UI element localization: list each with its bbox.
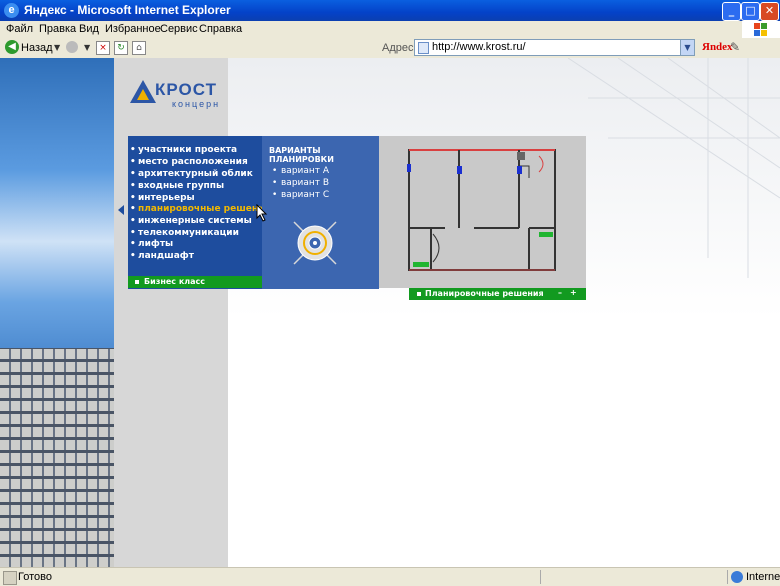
variant-a-link[interactable]: вариант А [272,166,329,176]
menu-favorites[interactable]: Избранное [105,23,161,35]
security-zone: Internet [746,571,780,583]
compass-icon[interactable] [290,218,340,268]
internet-zone-icon [731,571,743,583]
back-dropdown-icon[interactable]: ▼ [54,43,60,59]
menu-file[interactable]: Файл [6,23,33,35]
address-label: Адрес: [382,42,417,54]
page-icon [418,42,429,54]
business-class-label: Бизнес класс [144,277,206,286]
status-bar: Готово Internet [0,567,780,586]
menu-tools[interactable]: Сервис [160,23,198,35]
forward-arrow-icon[interactable] [66,41,78,53]
floor-plan[interactable] [379,136,586,288]
home-icon[interactable]: ⌂ [132,41,146,55]
yandex-toolbar-button[interactable]: Яndex [702,41,733,53]
refresh-icon[interactable]: ↻ [114,41,128,55]
variants-heading: ВАРИАНТЫ ПЛАНИРОВКИ [269,146,334,164]
mouse-cursor-icon [256,204,268,222]
page-content [0,58,780,567]
menu-item-architecture[interactable]: архитектурный облик [130,169,253,179]
menu-view[interactable]: Вид [79,23,99,35]
plan-solutions-label: Планировочные решения [425,289,544,298]
logo-inner-triangle [137,89,149,100]
title-bar: e Яндекс - Microsoft Internet Explorer _… [0,0,780,21]
menu-item-interiors[interactable]: интерьеры [130,193,195,203]
page-status-icon [3,571,17,585]
menu-item-location[interactable]: место расположения [130,157,248,167]
logo-name: КРОСТ [155,80,217,99]
variant-c-link[interactable]: вариант С [272,190,329,200]
menu-item-entrances[interactable]: входные группы [130,181,224,191]
address-input[interactable]: http://www.krost.ru/ [432,41,526,53]
left-arrow-icon[interactable] [118,205,124,215]
status-separator [727,570,728,584]
menu-item-telecom[interactable]: телекоммуникации [130,228,239,238]
back-button[interactable]: Назад [21,42,53,58]
menu-item-engineering[interactable]: инженерные системы [130,216,252,226]
status-separator [540,570,541,584]
navigation-menu: участники проекта место расположения арх… [128,136,270,289]
maximize-button[interactable]: □ [741,2,760,21]
plan-solutions-bar: Планировочные решения – + [409,288,586,300]
menu-edit[interactable]: Правка [39,23,76,35]
minimize-button[interactable]: _ [722,2,741,21]
menu-item-layouts[interactable]: планировочные решения [130,204,270,214]
forward-dropdown-icon[interactable]: ▼ [84,43,90,59]
back-arrow-icon[interactable]: ◀ [5,40,19,54]
zoom-in-button[interactable]: + [570,288,577,297]
menu-item-participants[interactable]: участники проекта [130,145,237,155]
address-dropdown-icon[interactable]: ▼ [680,40,694,55]
variant-b-link[interactable]: вариант В [272,178,329,188]
window-title: Яндекс - Microsoft Internet Explorer [24,3,231,17]
windows-logo-icon [742,21,780,38]
menu-bar: Файл Правка Вид Избранное Сервис Справка [0,21,780,39]
search-tool-icon[interactable]: ✎ [730,40,740,54]
stop-icon[interactable]: × [96,41,110,55]
zoom-out-button[interactable]: – [558,288,562,297]
status-text: Готово [18,571,52,583]
menu-item-landscape[interactable]: ландшафт [130,251,194,261]
ie-icon: e [4,3,19,18]
menu-help[interactable]: Справка [199,23,242,35]
business-class-bar[interactable]: Бизнес класс [128,276,262,288]
gray-column [114,58,228,567]
address-bar[interactable]: http://www.krost.ru/ ▼ [414,39,695,56]
close-button[interactable]: ✕ [760,2,779,21]
logo-subtitle: концерн [172,99,221,109]
building-windows [0,348,114,567]
menu-item-elevators[interactable]: лифты [130,239,173,249]
